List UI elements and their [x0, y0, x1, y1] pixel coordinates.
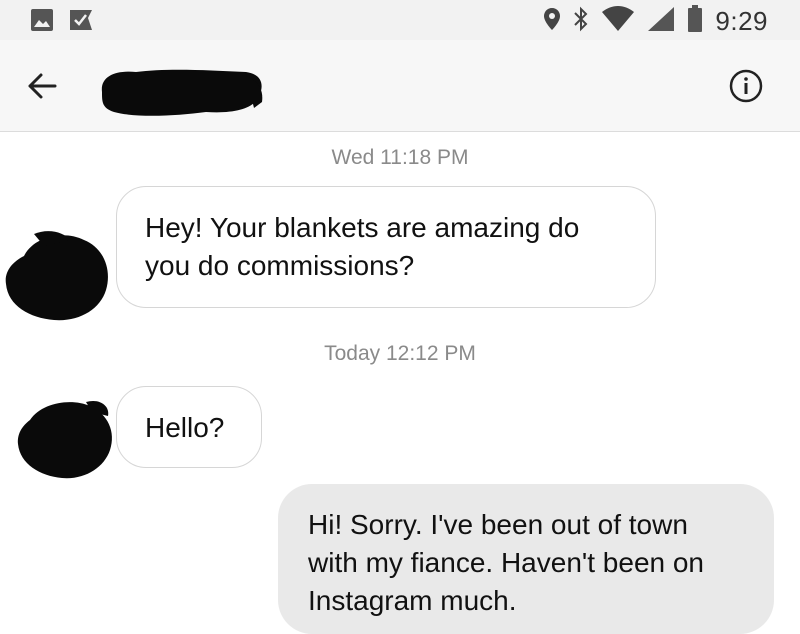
image-icon [30, 8, 54, 37]
status-bar: 9:29 [0, 0, 800, 40]
message-timestamp: Today 12:12 PM [324, 342, 476, 365]
status-bar-left [30, 8, 94, 37]
status-bar-right: 9:29 [543, 5, 768, 38]
back-button[interactable] [22, 68, 62, 108]
message-timestamp: Wed 11:18 PM [331, 146, 469, 169]
arrow-left-icon [27, 72, 57, 105]
info-icon [729, 69, 763, 108]
conversation-header [0, 40, 800, 132]
sender-avatar-redacted[interactable] [4, 226, 116, 326]
bluetooth-icon [573, 6, 589, 37]
message-bubble-incoming[interactable]: Hello? [116, 386, 262, 468]
chat-screen: 9:29 Wed 11:18 PM Hey! Your blankets are… [0, 0, 800, 634]
battery-icon [687, 5, 703, 38]
status-time: 9:29 [715, 6, 768, 36]
signal-icon [647, 6, 675, 37]
info-button[interactable] [726, 68, 766, 108]
check-notification-icon [68, 8, 94, 37]
message-bubble-incoming[interactable]: Hey! Your blankets are amazing do you do… [116, 186, 656, 308]
wifi-icon [601, 6, 635, 37]
message-bubble-outgoing[interactable]: Hi! Sorry. I've been out of town with my… [278, 484, 774, 634]
sender-avatar-redacted[interactable] [16, 396, 116, 482]
contact-name-redacted[interactable] [96, 62, 266, 118]
location-pin-icon [543, 7, 561, 36]
